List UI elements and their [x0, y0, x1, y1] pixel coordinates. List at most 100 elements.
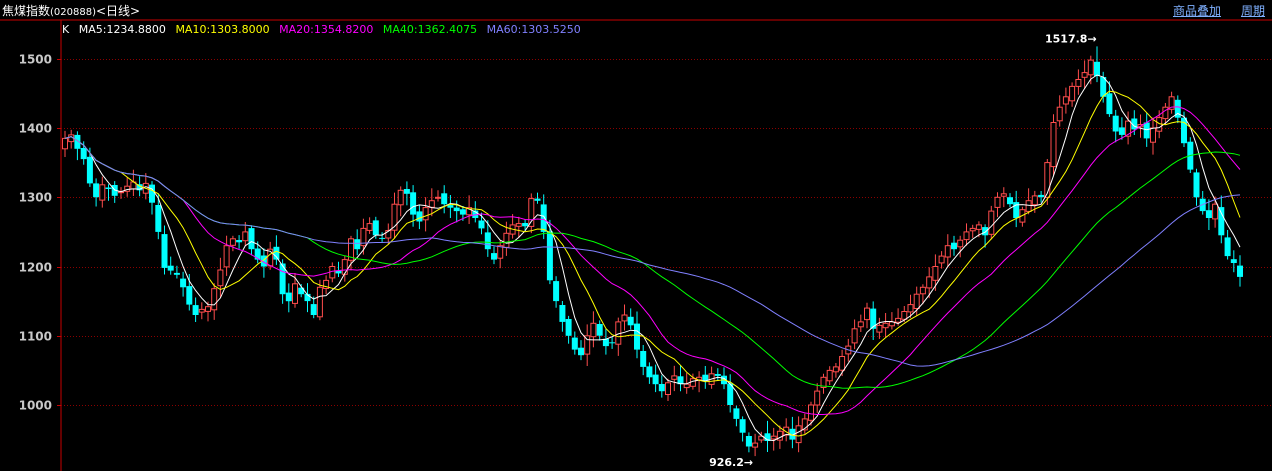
candle-body [876, 324, 883, 333]
candlestick-chart[interactable]: 1000 1100 1200 1300 1400 1500 1517.8→ 926.2→ [0, 0, 1272, 471]
candle-body [957, 239, 964, 248]
candle-body [428, 200, 435, 208]
candle-body [167, 265, 174, 271]
ma60-line [64, 136, 1241, 367]
candle-body [559, 305, 566, 322]
candle-body [459, 209, 466, 215]
candle-body [435, 196, 441, 199]
ma20-line [64, 106, 1241, 415]
candle-body [665, 382, 671, 395]
candle-body [80, 148, 87, 160]
candle-body [1218, 207, 1225, 236]
candle-body [714, 374, 721, 376]
candle-body [1230, 259, 1237, 263]
candle-body [584, 335, 591, 355]
candle-body [770, 435, 777, 440]
candle-body [634, 323, 640, 350]
candle-body [410, 192, 417, 215]
candle-body [963, 231, 970, 241]
candle-body [951, 242, 957, 250]
candle-body [826, 369, 833, 382]
candle-body [292, 283, 298, 304]
candle-body [739, 419, 746, 433]
candle-body [658, 384, 665, 392]
candle-body [671, 375, 678, 380]
candle-body [596, 324, 603, 336]
candle-body [1007, 197, 1013, 205]
candle-body [217, 269, 224, 287]
candle-body [540, 204, 547, 232]
candle-body [1150, 127, 1156, 143]
candle-body [223, 245, 230, 268]
y-tick-label: 1100 [19, 330, 52, 344]
candle-body [1106, 93, 1113, 115]
candle-body [1075, 79, 1082, 87]
candle-body [161, 234, 168, 268]
low-annotation: 926.2→ [709, 456, 753, 469]
candle-body [186, 286, 193, 305]
candle-body [1112, 115, 1119, 132]
y-tick-label: 1400 [19, 122, 52, 136]
candle-body [484, 232, 491, 250]
candle-body [192, 305, 199, 315]
candle-body [982, 227, 989, 236]
candle-body [478, 220, 485, 229]
candle-body [795, 425, 802, 444]
candle-body [1062, 96, 1069, 105]
candle-body [99, 184, 106, 201]
candle-body [919, 286, 926, 295]
candle-body [745, 436, 752, 447]
candle-body [988, 210, 995, 235]
candle-body [515, 223, 522, 227]
candle-body [316, 286, 323, 318]
candle-body [341, 259, 348, 275]
candle-body [609, 342, 616, 344]
candle-body [285, 292, 292, 302]
candle-body [1224, 237, 1231, 257]
candle-body [173, 272, 180, 275]
candle-body [1143, 122, 1150, 139]
candle-body [372, 220, 379, 236]
candle-body [553, 281, 560, 302]
candle-body [403, 189, 410, 194]
candle-body [1056, 106, 1063, 122]
candle-body [969, 227, 976, 232]
candle-body [994, 196, 1001, 208]
candle-body [1193, 172, 1200, 198]
candle-body [571, 337, 578, 350]
candle-body [733, 408, 740, 419]
candle-body [453, 207, 460, 212]
candle-body [397, 189, 404, 206]
candle-body [839, 356, 846, 371]
candle-body [652, 374, 659, 385]
candle-body [62, 137, 68, 150]
candle-body [864, 307, 870, 321]
y-tick-label: 1500 [19, 53, 52, 67]
y-tick-label: 1200 [19, 261, 52, 275]
candle-body [1087, 59, 1094, 76]
candle-body [832, 366, 839, 373]
candle-body [522, 223, 529, 227]
candle-body [1025, 200, 1032, 212]
candle-body [1031, 195, 1038, 206]
candle-body [366, 223, 373, 231]
candle-body [640, 351, 647, 367]
high-annotation: 1517.8→ [1045, 32, 1097, 45]
candle-body [236, 240, 243, 243]
candle-body [1094, 61, 1100, 76]
candle-body [646, 366, 653, 378]
candle-body [808, 404, 814, 421]
candle-body [503, 232, 510, 248]
candle-body [1205, 210, 1212, 218]
candle-body [379, 237, 386, 239]
candle-body [938, 255, 945, 264]
candle-body [901, 311, 908, 320]
candle-body [895, 317, 902, 323]
candle-body [180, 278, 187, 288]
y-tick-label: 1000 [19, 399, 52, 413]
candle-body [441, 193, 448, 205]
candle-body [814, 390, 821, 406]
candle-body [310, 304, 317, 315]
candle-body [211, 288, 218, 311]
candle-body [534, 198, 541, 201]
